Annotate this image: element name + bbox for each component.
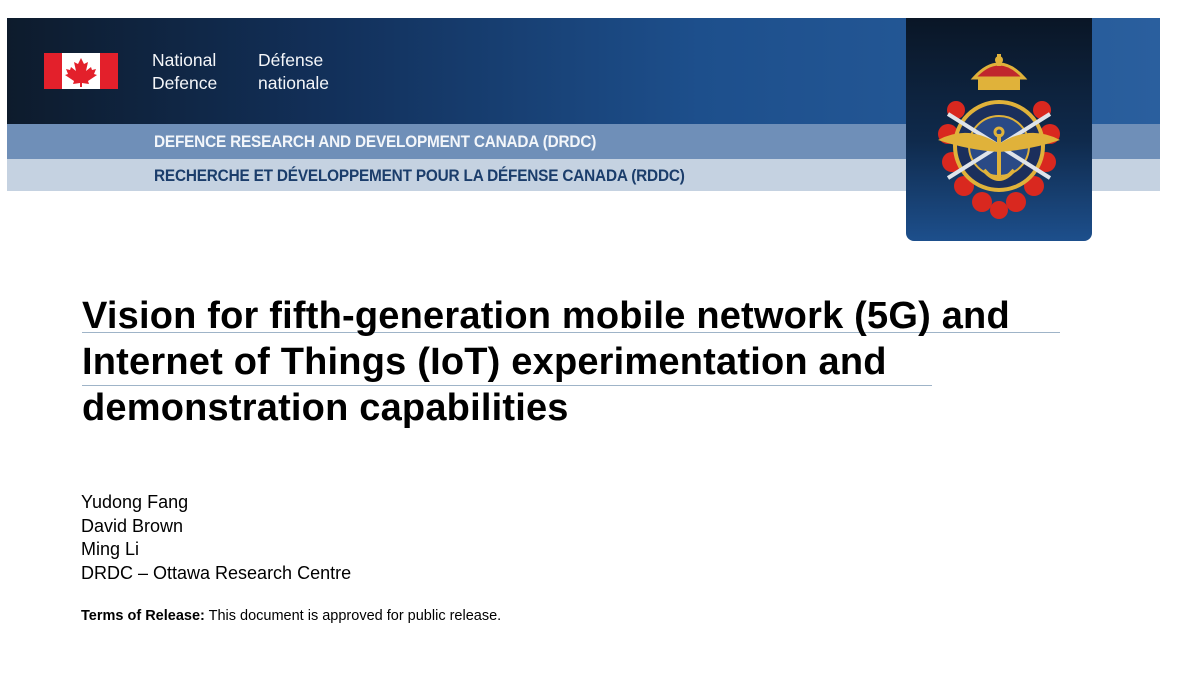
title-line: demonstration capabilities bbox=[82, 387, 569, 429]
author-name: Ming Li bbox=[81, 539, 140, 559]
canadian-forces-crest-icon bbox=[938, 54, 1060, 219]
terms-of-release: Terms of Release: This document is appro… bbox=[81, 608, 501, 624]
government-name-english: National Defence bbox=[152, 50, 218, 93]
title-line: Internet of Things (IoT) experimentation… bbox=[82, 341, 887, 383]
title-line: Vision for fifth-generation mobile netwo… bbox=[82, 295, 1010, 337]
org-name-english: DEFENCE RESEARCH AND DEVELOPMENT CANADA … bbox=[154, 133, 597, 151]
author-list: Yudong Fang David Brown Ming Li DRDC – O… bbox=[81, 491, 351, 585]
terms-text: This document is approved for public rel… bbox=[204, 608, 502, 624]
org-name-french: RECHERCHE ET DÉVELOPPEMENT POUR LA DÉFEN… bbox=[154, 167, 685, 185]
terms-label: Terms of Release: bbox=[81, 608, 205, 624]
author-name: David Brown bbox=[81, 515, 184, 536]
government-name-french: Défense nationale bbox=[258, 50, 330, 93]
document-title: Vision for fifth-generation mobile netwo… bbox=[82, 293, 1082, 431]
canada-flag-icon bbox=[44, 53, 118, 89]
crest-panel bbox=[906, 18, 1092, 241]
author-affiliation: DRDC – Ottawa Research Centre bbox=[81, 562, 352, 583]
author-name: Yudong Fang bbox=[81, 492, 189, 512]
